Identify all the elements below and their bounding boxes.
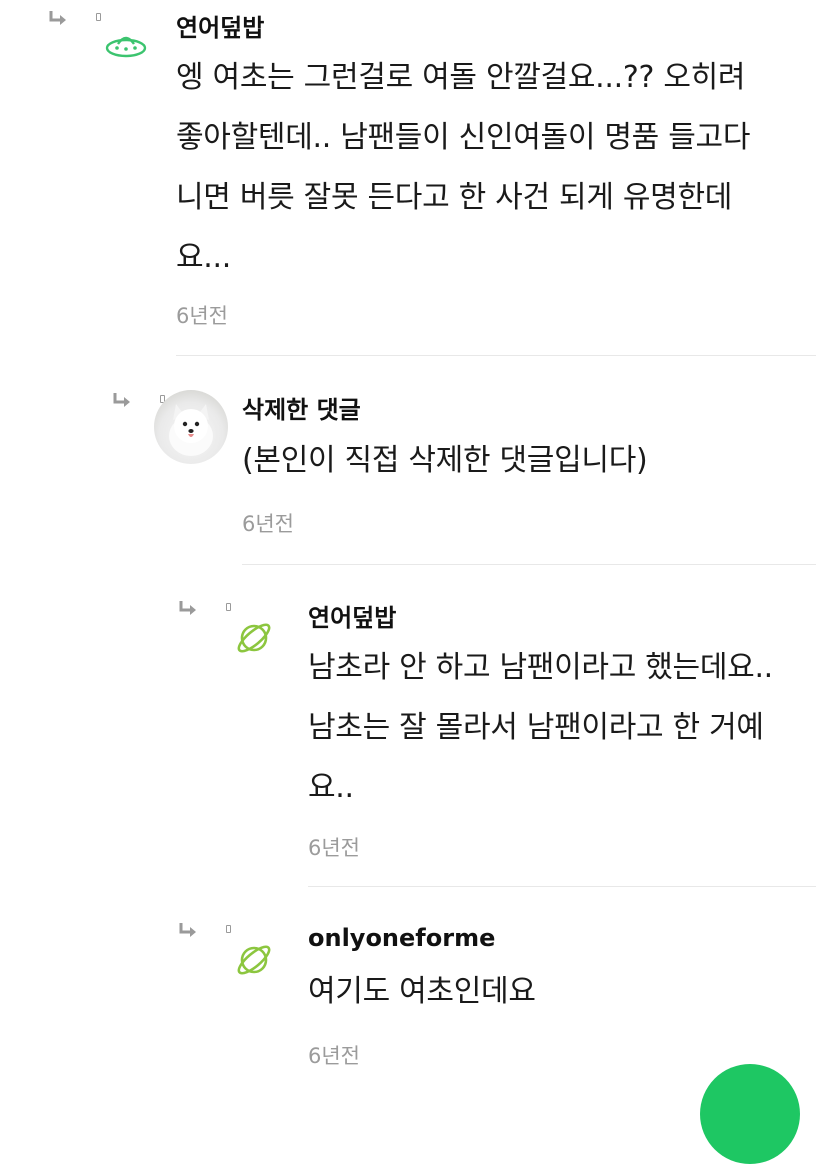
comment-author[interactable]: onlyoneforme — [308, 924, 495, 952]
planet-icon — [237, 623, 271, 653]
comment-timestamp: 6년전 — [308, 1044, 361, 1068]
comment-item: 삭제한 댓글 (본인이 직접 삭제한 댓글입니다) 6년전 — [0, 360, 835, 570]
reply-arrow-icon — [113, 393, 130, 407]
comment-line: 요.. — [308, 770, 354, 805]
comment-body: 엥 여초는 그런걸로 여돌 안깔걸요...?? 오히려 좋아할텐데.. 남팬들이… — [176, 48, 750, 288]
comment-item: 연어덮밥 엥 여초는 그런걸로 여돌 안깔걸요...?? 오히려 좋아할텐데..… — [0, 0, 835, 360]
ufo-icon — [105, 36, 147, 58]
comment-timestamp: 6년전 — [242, 512, 295, 536]
comment-item: 연어덮밥 남초라 안 하고 남팬이라고 했는데요.. 남초는 잘 몰라서 남팬이… — [0, 570, 835, 890]
comment-line: 남초라 안 하고 남팬이라고 했는데요.. — [308, 650, 773, 685]
comment-author[interactable]: 연어덮밥 — [176, 8, 264, 43]
comment-line: 요... — [176, 240, 232, 275]
dog-photo — [169, 404, 213, 456]
comment-timestamp: 6년전 — [308, 836, 361, 860]
comment-line: 엥 여초는 그런걸로 여돌 안깔걸요...?? 오히려 — [176, 60, 746, 95]
comment-line: 여기도 여초인데요 — [308, 974, 536, 1009]
badge-icon — [226, 603, 231, 611]
reply-arrow-icon — [49, 11, 66, 25]
comment-line: 남초는 잘 몰라서 남팬이라고 한 거예 — [308, 710, 764, 745]
comment-item: onlyoneforme 여기도 여초인데요 6년전 — [0, 890, 835, 1080]
comment-body: 여기도 여초인데요 — [308, 962, 536, 1022]
badge-icon — [96, 13, 101, 21]
badge-icon — [226, 925, 231, 933]
avatar[interactable] — [154, 390, 228, 464]
divider — [176, 355, 816, 356]
comment-body: (본인이 직접 삭제한 댓글입니다) — [242, 431, 648, 491]
comment-line: 좋아할텐데.. 남팬들이 신인여돌이 명품 들고다 — [176, 120, 751, 155]
comment-body: 남초라 안 하고 남팬이라고 했는데요.. 남초는 잘 몰라서 남팬이라고 한 … — [308, 638, 773, 818]
comment-line: (본인이 직접 삭제한 댓글입니다) — [242, 443, 648, 478]
divider — [308, 886, 816, 887]
reply-arrow-icon — [179, 601, 196, 615]
planet-icon — [237, 945, 271, 975]
divider — [242, 564, 816, 565]
floating-action-button[interactable] — [700, 1064, 800, 1164]
comment-author[interactable]: 연어덮밥 — [308, 598, 396, 633]
comment-line: 니면 버릇 잘못 든다고 한 사건 되게 유명한데 — [176, 180, 733, 215]
reply-arrow-icon — [179, 923, 196, 937]
comment-author[interactable]: 삭제한 댓글 — [242, 390, 361, 425]
comment-timestamp: 6년전 — [176, 304, 229, 328]
